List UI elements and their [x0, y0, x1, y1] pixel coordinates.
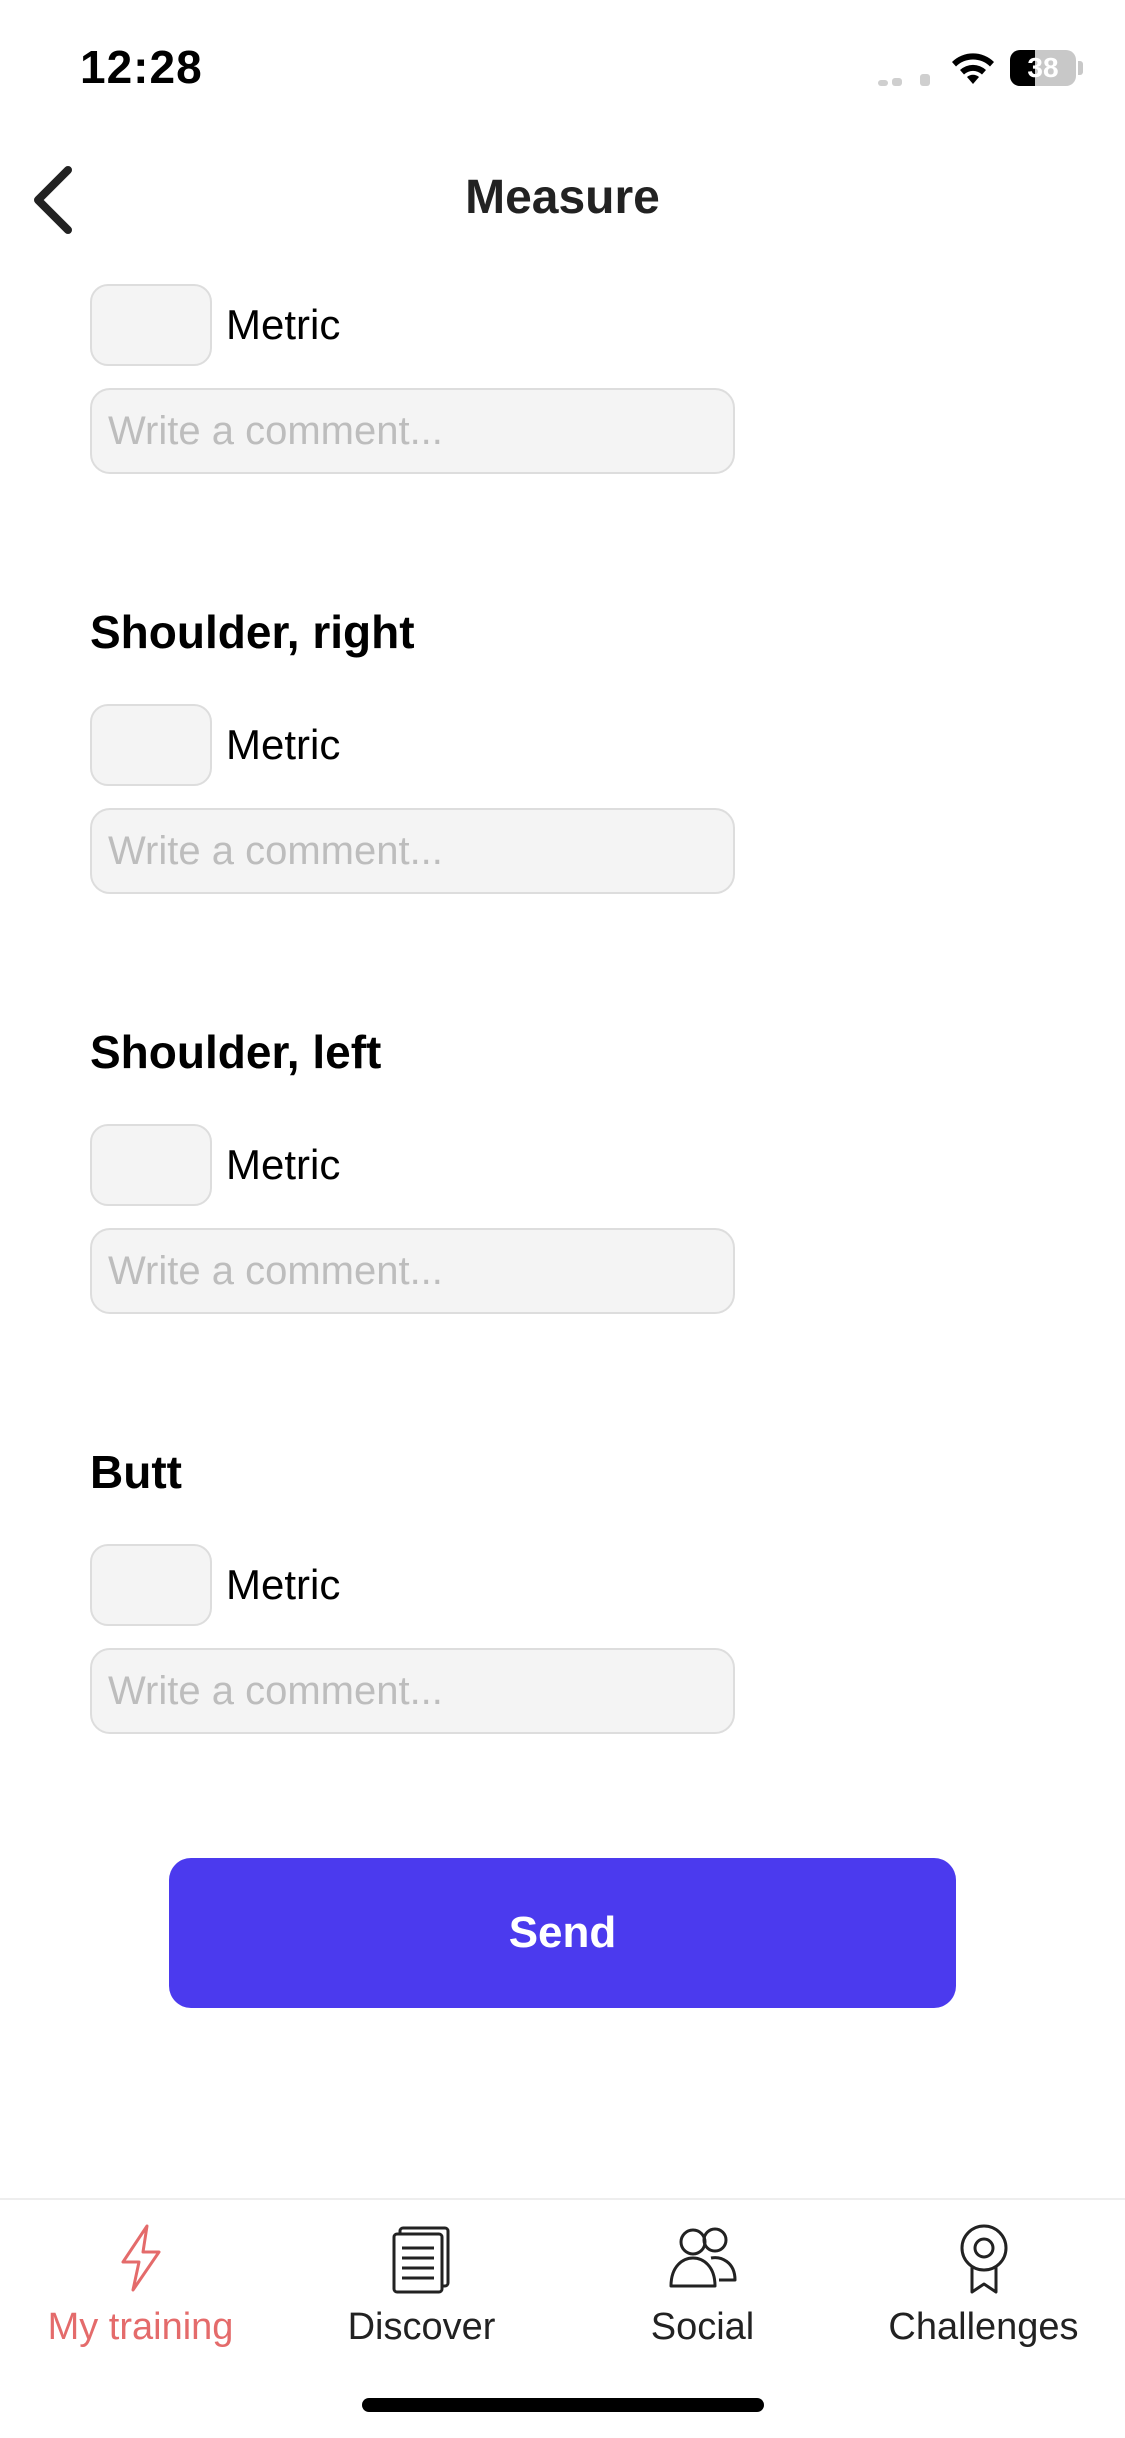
metric-row: Metric	[90, 282, 1050, 368]
document-icon	[392, 2226, 449, 2294]
metric-label: Metric	[226, 301, 341, 348]
tab-label: My training	[47, 2306, 234, 2348]
wifi-icon	[952, 53, 994, 84]
tab-social[interactable]: Social	[562, 2220, 843, 2360]
measure-section: Metric	[90, 282, 1050, 474]
tab-label: Discover	[347, 2306, 496, 2348]
section-title: Butt	[90, 1446, 182, 1498]
metric-input[interactable]	[90, 1544, 212, 1626]
tab-my-training[interactable]: My training	[0, 2220, 281, 2360]
medal-icon	[960, 2224, 1007, 2294]
metric-input[interactable]	[90, 1124, 212, 1206]
measure-section-shoulder-left: Shoulder, left Metric	[90, 1024, 1050, 1314]
comment-input[interactable]	[90, 808, 735, 894]
metric-input[interactable]	[90, 704, 212, 786]
metric-input[interactable]	[90, 284, 212, 366]
send-button[interactable]: Send	[169, 1858, 956, 2008]
comment-input[interactable]	[90, 388, 735, 474]
section-title: Shoulder, right	[90, 606, 415, 658]
people-icon	[669, 2227, 736, 2288]
metric-label: Metric	[226, 1561, 341, 1608]
nav-bar: Measure	[0, 140, 1125, 260]
home-indicator	[362, 2398, 764, 2412]
tab-label: Challenges	[888, 2306, 1079, 2348]
lightning-icon	[121, 2224, 160, 2292]
tab-challenges[interactable]: Challenges	[843, 2220, 1124, 2360]
battery-icon: 38	[1010, 50, 1076, 86]
status-bar: 12:28 38	[0, 0, 1125, 140]
metric-row: Metric	[90, 702, 1050, 788]
measure-section-butt: Butt Metric	[90, 1444, 1050, 1734]
status-time: 12:28	[80, 41, 203, 93]
section-title: Shoulder, left	[90, 1026, 382, 1078]
comment-input[interactable]	[90, 1648, 735, 1734]
metric-row: Metric	[90, 1542, 1050, 1628]
comment-input[interactable]	[90, 1228, 735, 1314]
measure-section-shoulder-right: Shoulder, right Metric	[90, 604, 1050, 894]
page-title: Measure	[465, 171, 660, 224]
battery-level: 38	[1027, 52, 1059, 83]
cellular-signal-icon	[878, 72, 938, 86]
tab-label: Social	[650, 2306, 755, 2348]
metric-label: Metric	[226, 721, 341, 768]
metric-label: Metric	[226, 1141, 341, 1188]
tab-discover[interactable]: Discover	[281, 2220, 562, 2360]
battery-nub	[1078, 61, 1083, 75]
measure-form: Metric Shoulder, right Metric Shoulder, …	[90, 282, 1050, 1864]
metric-row: Metric	[90, 1122, 1050, 1208]
